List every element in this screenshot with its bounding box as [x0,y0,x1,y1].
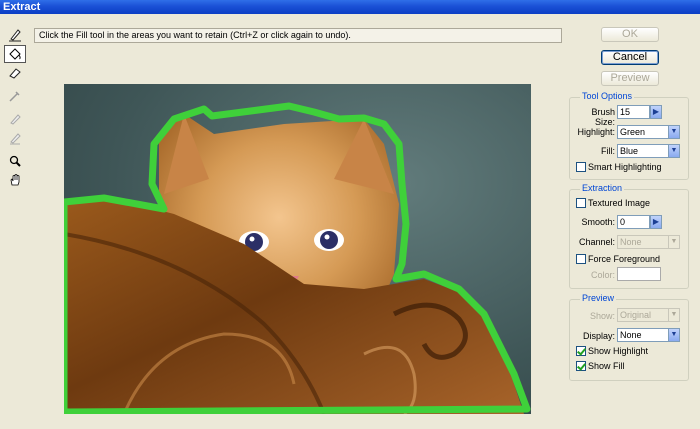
edge-highlighter-icon [9,29,21,42]
highlight-label: Highlight: [577,127,615,137]
eraser-icon [9,68,21,79]
show-select[interactable]: Original [617,308,669,322]
edge-touchup-icon [10,133,21,145]
hand-icon [10,174,20,186]
show-fill-label: Show Fill [588,361,625,371]
brush-size-input[interactable]: 15 [617,105,650,119]
show-highlight-checkbox[interactable]: Show Highlight [576,346,648,356]
display-dropdown-icon[interactable]: ▼ [668,328,680,342]
smart-highlighting-box[interactable] [576,162,586,172]
preview-group: Preview Show: Original ▼ Display: None ▼… [569,293,689,381]
fill-label: Fill: [601,146,615,156]
eyedropper-tool[interactable] [4,87,26,105]
tool-options-group: Tool Options Brush Size: 15 ▶ Highlight:… [569,91,689,180]
highlight-dropdown-icon[interactable]: ▼ [668,125,680,139]
show-fill-box[interactable] [576,361,586,371]
channel-dropdown-icon[interactable]: ▼ [668,235,680,249]
force-foreground-label: Force Foreground [588,254,661,264]
fill-bucket-icon [9,48,21,60]
cleanup-icon [10,114,21,125]
extraction-title: Extraction [580,183,625,193]
smart-highlighting-label: Smart Highlighting [588,162,662,172]
force-foreground-checkbox[interactable]: Force Foreground [576,254,660,264]
cleanup-tool[interactable] [4,110,26,128]
force-foreground-box[interactable] [576,254,586,264]
show-dropdown-icon[interactable]: ▼ [668,308,680,322]
display-select[interactable]: None [617,328,669,342]
brush-size-arrow-icon[interactable]: ▶ [650,105,662,119]
preview-group-title: Preview [580,293,617,303]
display-label: Display: [582,331,615,341]
smooth-input[interactable]: 0 [617,215,650,229]
edge-highlighter-tool[interactable] [4,26,26,44]
tool-options-title: Tool Options [580,91,635,101]
highlight-select[interactable]: Green [617,125,669,139]
eyedropper-icon [9,91,20,102]
zoom-icon [9,155,21,167]
title-bar: Extract [0,0,700,14]
show-highlight-box[interactable] [576,346,586,356]
show-highlight-label: Show Highlight [588,346,649,356]
smooth-label: Smooth: [581,217,615,227]
preview-button[interactable]: Preview [601,71,659,86]
kitten-image [64,102,531,414]
textured-image-box[interactable] [576,198,586,208]
ok-button[interactable]: OK [601,27,659,42]
instruction-bar: Click the Fill tool in the areas you wan… [34,28,562,43]
fill-dropdown-icon[interactable]: ▼ [668,144,680,158]
edge-touchup-tool[interactable] [4,129,26,147]
textured-image-label: Textured Image [588,198,651,208]
cancel-button[interactable]: Cancel [601,50,659,65]
eraser-tool[interactable] [4,64,26,82]
color-label: Color: [590,270,615,280]
show-label: Show: [589,311,615,321]
extract-preview-canvas[interactable] [64,84,531,414]
fill-tool[interactable] [4,45,26,63]
smart-highlighting-checkbox[interactable]: Smart Highlighting [576,162,662,172]
smooth-arrow-icon[interactable]: ▶ [650,215,662,229]
fill-select[interactable]: Blue [617,144,669,158]
brush-size-label: Brush Size: [591,107,615,127]
window-title: Extract [3,1,41,13]
textured-image-checkbox[interactable]: Textured Image [576,198,650,208]
tool-palette [4,26,28,190]
color-swatch[interactable] [617,267,661,281]
channel-label: Channel: [578,237,615,247]
show-fill-checkbox[interactable]: Show Fill [576,361,625,371]
extraction-group: Extraction Textured Image Smooth: 0 ▶ Ch… [569,183,689,289]
hand-tool[interactable] [4,171,26,189]
channel-select[interactable]: None [617,235,669,249]
zoom-tool[interactable] [4,152,26,170]
